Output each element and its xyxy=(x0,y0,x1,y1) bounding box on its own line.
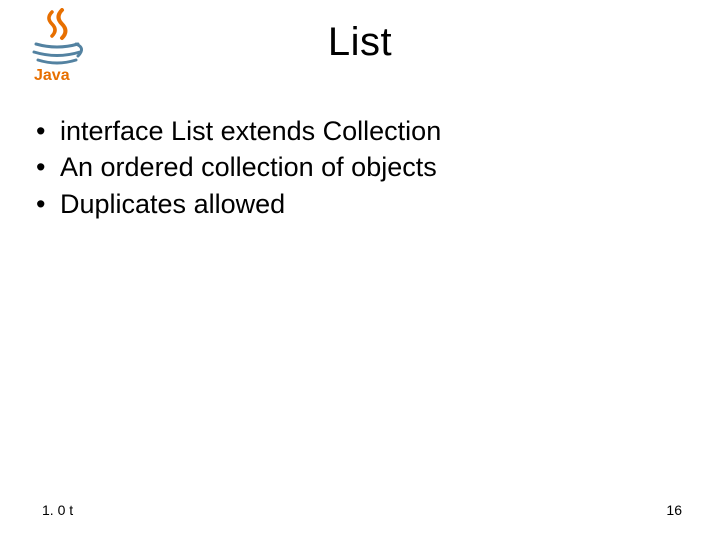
bullet-item: interface List extends Collection xyxy=(28,113,720,149)
footer-version: 1. 0 t xyxy=(42,502,73,518)
slide-title: List xyxy=(0,0,720,65)
svg-text:Java: Java xyxy=(34,67,70,83)
bullet-item: Duplicates allowed xyxy=(28,186,720,222)
java-logo-icon: Java xyxy=(22,8,92,83)
bullet-item: An ordered collection of objects xyxy=(28,149,720,185)
bullet-list: interface List extends Collection An ord… xyxy=(28,113,720,222)
page-number: 16 xyxy=(666,502,682,518)
